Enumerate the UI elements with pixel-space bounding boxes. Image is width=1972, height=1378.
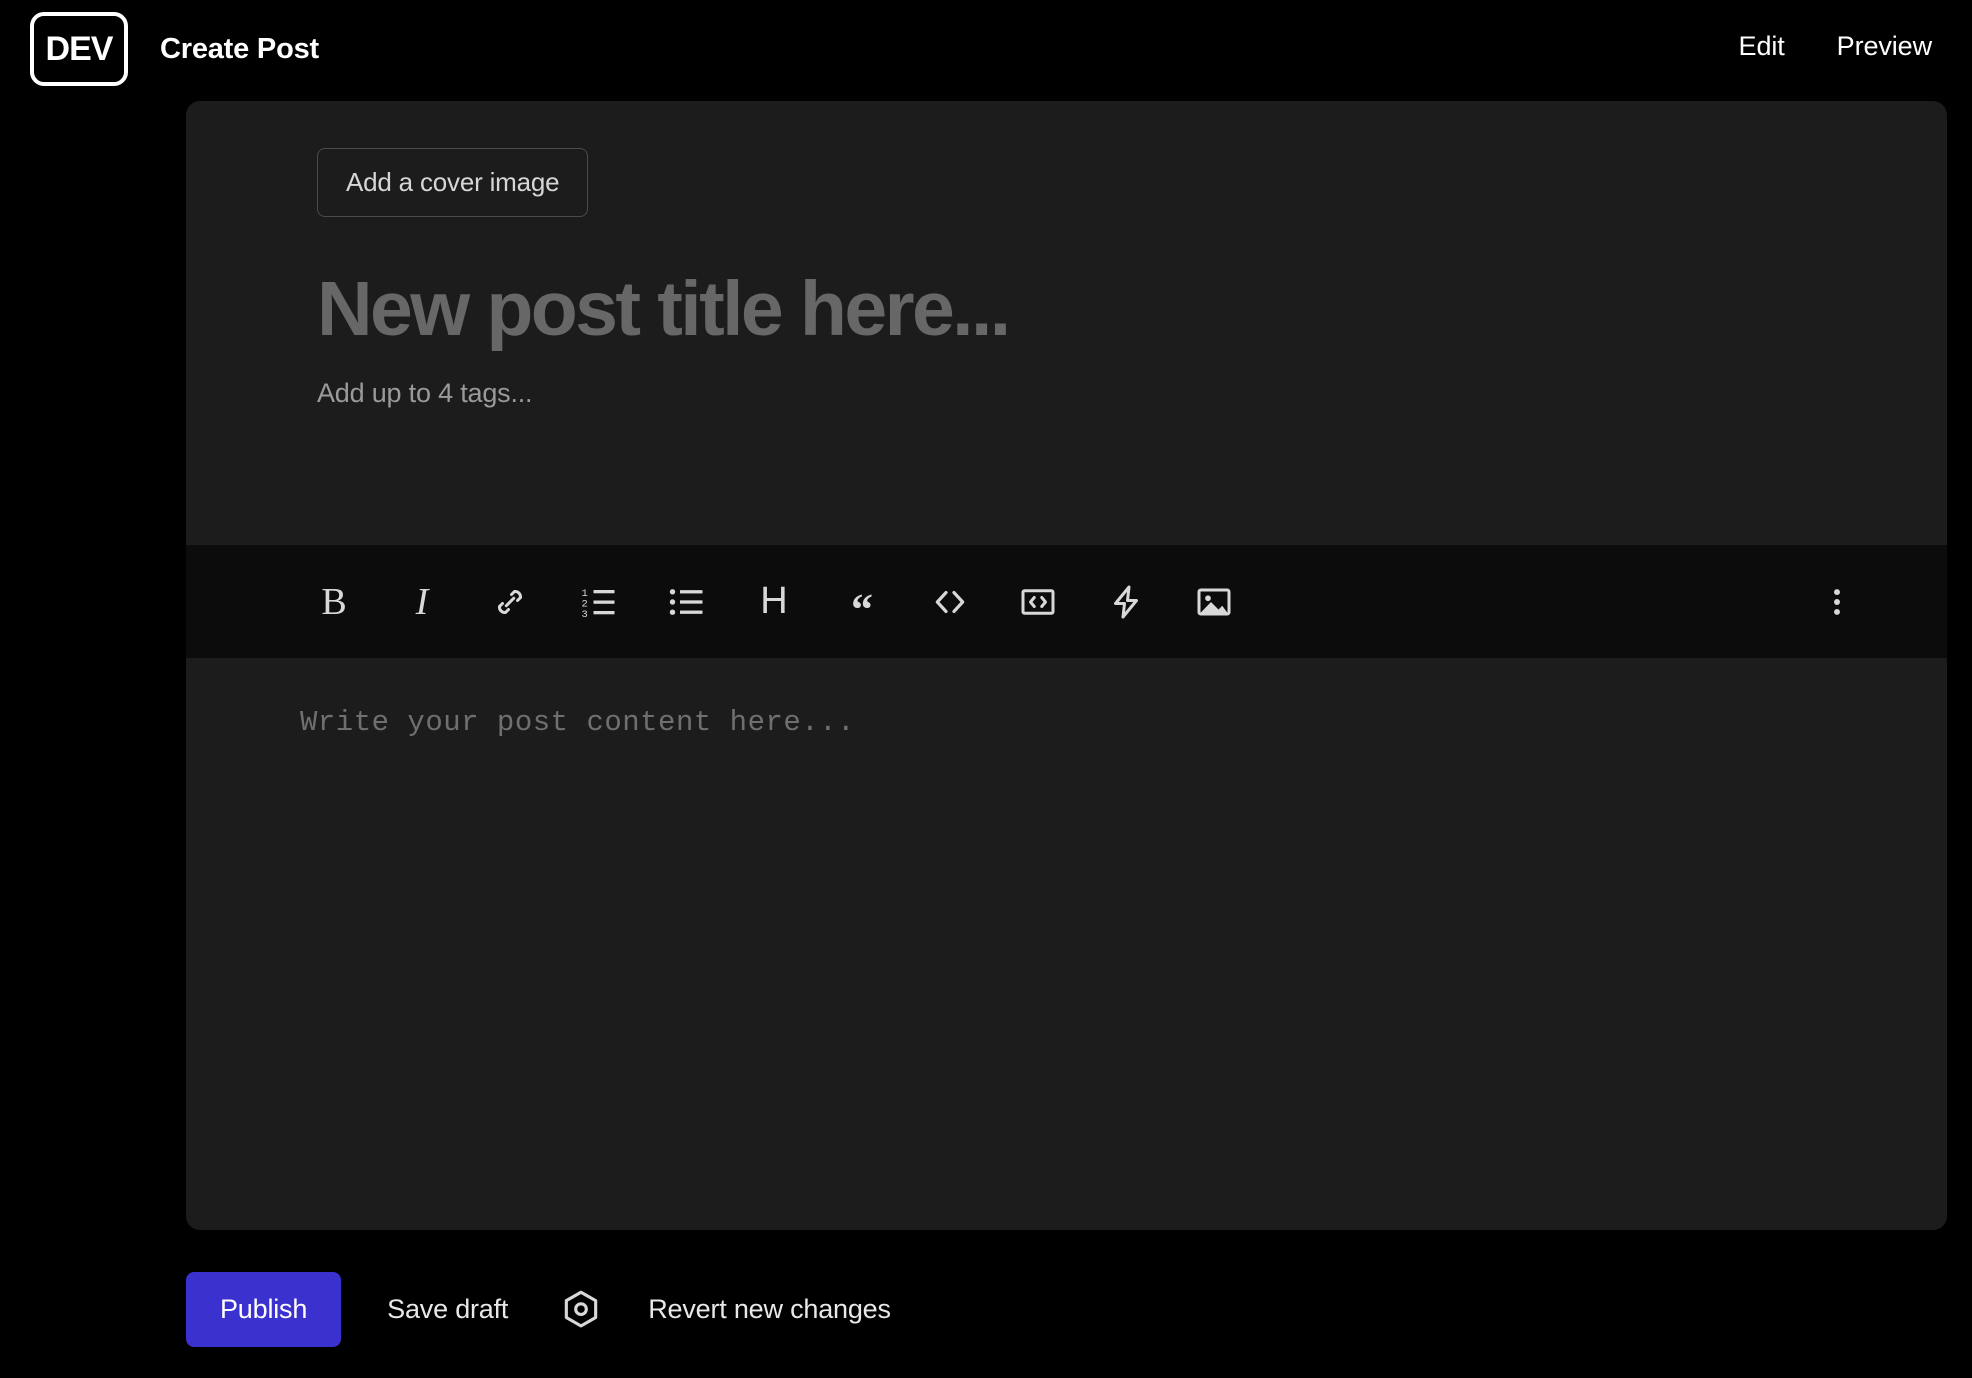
quote-icon[interactable]: “ — [828, 568, 896, 636]
save-draft-button[interactable]: Save draft — [387, 1294, 508, 1325]
code-block-icon[interactable] — [1004, 568, 1072, 636]
bold-icon[interactable]: B — [300, 568, 368, 636]
svg-text:3: 3 — [582, 609, 588, 620]
bottom-action-bar: Publish Save draft Revert new changes — [186, 1272, 891, 1347]
dev-logo-text: DEV — [45, 29, 114, 68]
overflow-menu-icon[interactable] — [1803, 568, 1871, 636]
tab-edit[interactable]: Edit — [1739, 31, 1785, 62]
italic-icon[interactable]: I — [388, 568, 456, 636]
markdown-toolbar: B I 1 2 3 H “ — [186, 545, 1947, 658]
link-icon[interactable] — [476, 568, 544, 636]
dev-logo[interactable]: DEV — [30, 12, 128, 86]
ordered-list-icon[interactable]: 1 2 3 — [564, 568, 632, 636]
post-editor-panel: Add a cover image B I 1 2 3 — [186, 101, 1947, 1230]
post-options-gear-icon[interactable] — [556, 1285, 606, 1335]
revert-changes-button[interactable]: Revert new changes — [648, 1294, 891, 1325]
top-bar: DEV Create Post Edit Preview — [0, 0, 1972, 98]
publish-button[interactable]: Publish — [186, 1272, 342, 1347]
embed-icon[interactable] — [1092, 568, 1160, 636]
tab-preview[interactable]: Preview — [1837, 31, 1932, 62]
heading-icon[interactable]: H — [740, 568, 808, 636]
post-tags-input[interactable] — [317, 378, 1517, 409]
image-upload-icon[interactable] — [1180, 568, 1248, 636]
page-title: Create Post — [160, 32, 319, 65]
add-cover-image-button[interactable]: Add a cover image — [317, 148, 589, 217]
post-body-section — [186, 658, 1947, 1230]
post-title-input[interactable] — [317, 265, 1817, 354]
top-bar-actions: Edit Preview — [1739, 31, 1933, 68]
post-header-section: Add a cover image — [186, 101, 1947, 545]
code-icon[interactable] — [916, 568, 984, 636]
unordered-list-icon[interactable] — [652, 568, 720, 636]
post-content-input[interactable] — [300, 706, 1800, 1186]
